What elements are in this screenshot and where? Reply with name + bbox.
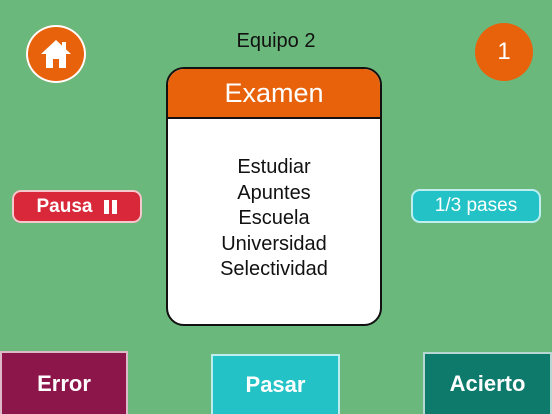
error-button[interactable]: Error [0,351,128,414]
passes-remaining-badge: 1/3 pases [411,189,541,223]
score-badge: 1 [475,23,533,81]
team-name: Equipo 2 [236,30,316,52]
pause-button[interactable]: Pausa [12,190,142,223]
card-title: Examen [168,69,380,119]
pass-button[interactable]: Pasar [211,354,340,414]
pause-icon [104,199,118,214]
forbidden-word: Estudiar [237,156,311,178]
forbidden-word: Selectividad [220,258,328,280]
forbidden-word: Escuela [238,207,310,229]
forbidden-word: Universidad [221,232,327,255]
forbidden-word: Apuntes [237,181,311,204]
success-button[interactable]: Acierto [423,352,552,414]
pause-label: Pausa [36,195,93,217]
word-card: Examen Estudiar Apuntes Escuela Universi… [166,67,382,326]
forbidden-words-list: Estudiar Apuntes Escuela Universidad Sel… [168,155,380,283]
